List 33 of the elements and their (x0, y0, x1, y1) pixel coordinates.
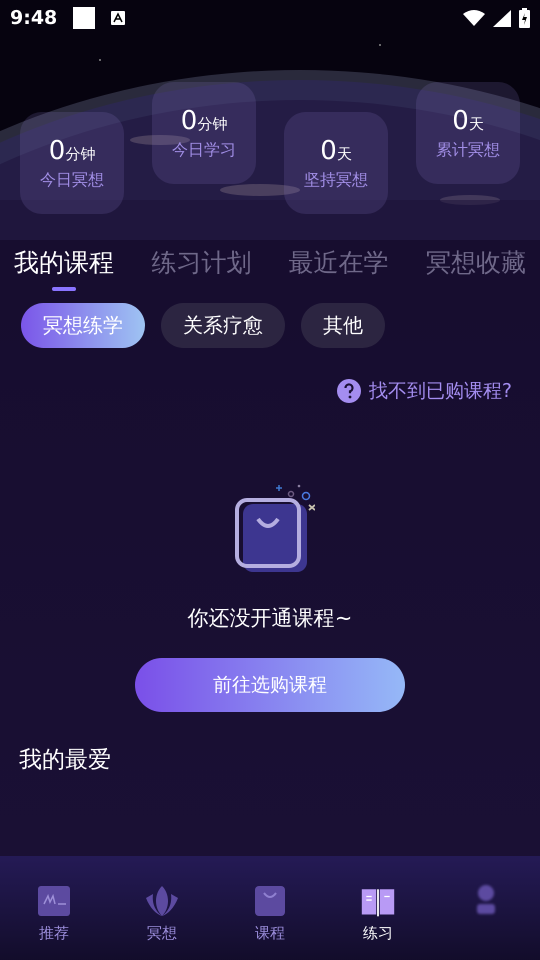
help-icon[interactable] (336, 379, 361, 403)
nav-item[interactable]: 冥想 (122, 884, 202, 943)
status-time: 9:48 (10, 7, 58, 29)
help-link[interactable]: 找不到已购课程? (368, 378, 512, 404)
empty-message: 你还没开通课程~ (188, 605, 352, 632)
filter-chip[interactable]: 关系疗愈 (161, 303, 285, 348)
signal-icon (493, 10, 511, 26)
tab[interactable]: 我的课程 (14, 246, 114, 291)
stat-value: 0分钟 (48, 136, 96, 166)
filter-chip[interactable]: 其他 (301, 303, 385, 348)
stat-value: 0天 (320, 136, 352, 166)
stat-value: 0天 (452, 106, 484, 136)
stat-value: 0分钟 (180, 106, 228, 136)
shop-courses-button[interactable]: 前往选购课程 (135, 658, 405, 712)
stat-label: 累计冥想 (436, 140, 500, 160)
notification-icon (73, 7, 96, 29)
nav-item[interactable]: 推荐 (14, 884, 94, 943)
stat-label: 今日学习 (172, 140, 236, 160)
nav-item[interactable]: 练习 (338, 884, 418, 943)
card-icon (36, 884, 72, 918)
stat-label: 今日冥想 (40, 170, 104, 190)
lotus-icon (144, 884, 180, 918)
tab[interactable]: 练习计划 (151, 246, 252, 291)
nav-item[interactable]: 课程 (230, 884, 310, 943)
tab[interactable]: 最近在学 (288, 246, 389, 291)
filter-chip[interactable]: 冥想练学 (21, 303, 145, 348)
stat-label: 坚持冥想 (304, 170, 368, 190)
notification-icon (111, 11, 126, 25)
battery-icon (519, 8, 530, 28)
section-title: 我的最爱 (18, 746, 112, 775)
bag-icon (252, 884, 288, 918)
tab[interactable]: 冥想收藏 (426, 246, 526, 291)
wifi-icon (463, 10, 485, 26)
